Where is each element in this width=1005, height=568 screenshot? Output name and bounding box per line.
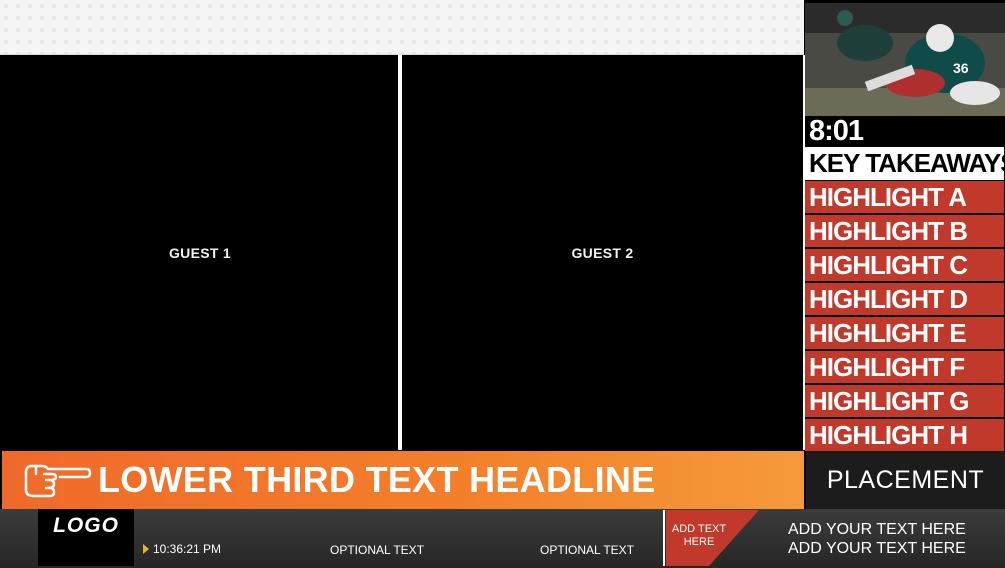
clock-time: 10:36:21 PM: [153, 542, 222, 556]
ticker-line-2: ADD YOUR TEXT HERE: [788, 540, 966, 557]
highlight-item: HIGHLIGHT D: [805, 283, 1004, 315]
clock: 10:36:21 PM: [143, 541, 221, 557]
countdown-timer: 8:01: [805, 116, 1005, 147]
highlight-item: HIGHLIGHT A: [805, 181, 1004, 213]
svg-text:36: 36: [953, 60, 969, 76]
lower-third-headline: LOWER THIRD TEXT HEADLINE: [98, 459, 656, 500]
highlight-item: HIGHLIGHT B: [805, 215, 1004, 247]
highlights-list: HIGHLIGHT A HIGHLIGHT B HIGHLIGHT C HIGH…: [805, 181, 1004, 453]
placement-label: PLACEMENT: [806, 451, 1005, 509]
guest-2-panel: GUEST 2: [402, 55, 803, 450]
top-pattern-banner: [0, 0, 804, 55]
guest-1-label: GUEST 1: [168, 244, 231, 261]
play-triangle-icon: [143, 544, 149, 554]
ticker-text-block: ADD YOUR TEXT HERE ADD YOUR TEXT HERE: [788, 520, 966, 558]
optional-text-2: OPTIONAL TEXT: [540, 543, 635, 557]
logo: LOGO: [38, 509, 134, 566]
highlight-item: HIGHLIGHT F: [805, 351, 1004, 383]
lower-third-bar: LOWER THIRD TEXT HEADLINE: [2, 451, 804, 509]
highlight-item: HIGHLIGHT G: [805, 385, 1004, 417]
football-photo: 36: [805, 3, 1005, 116]
guest-2-label: GUEST 2: [571, 244, 634, 261]
add-text-badge-label: ADD TEXT HERE: [671, 523, 727, 548]
pointing-hand-icon: [24, 464, 92, 498]
optional-text-1: OPTIONAL TEXT: [330, 543, 425, 557]
highlight-item: HIGHLIGHT H: [805, 419, 1004, 451]
guest-1-panel: GUEST 1: [2, 55, 398, 450]
ticker-line-1: ADD YOUR TEXT HERE: [788, 521, 966, 538]
highlight-item: HIGHLIGHT E: [805, 317, 1004, 349]
highlight-item: HIGHLIGHT C: [805, 249, 1004, 281]
key-takeaways-heading: KEY TAKEAWAYS: [805, 147, 1005, 180]
